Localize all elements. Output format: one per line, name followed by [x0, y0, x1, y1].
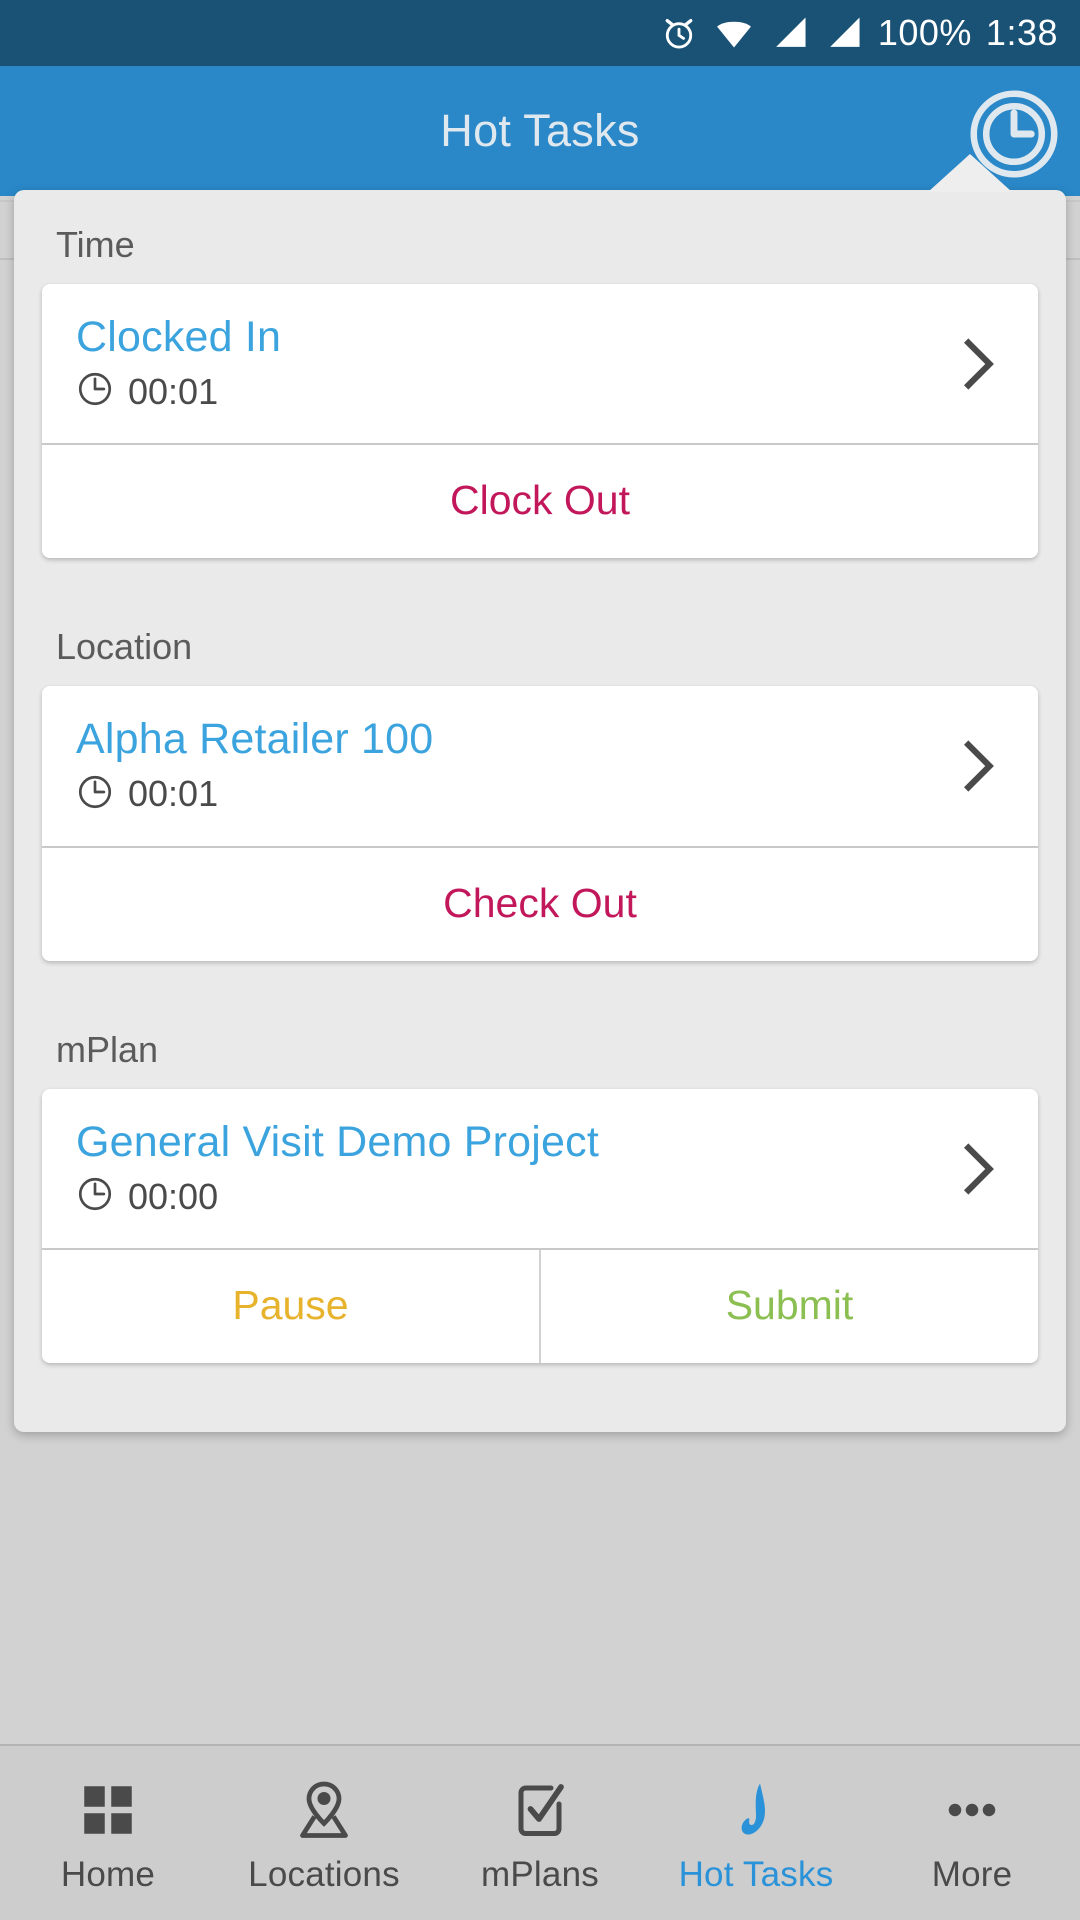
section-mplan: mPlan General Visit Demo Project 00:00 P… — [14, 995, 1066, 1364]
map-pin-icon — [294, 1777, 354, 1843]
nav-label: More — [931, 1855, 1013, 1894]
clock-out-button[interactable]: Clock Out — [42, 445, 1038, 559]
signal-icon — [824, 14, 864, 52]
time-card: Clocked In 00:01 Clock Out — [42, 284, 1038, 559]
popup-caret — [928, 154, 1012, 192]
location-card-actions: Check Out — [42, 845, 1038, 961]
nav-item-home[interactable]: Home — [0, 1746, 216, 1920]
check-out-button[interactable]: Check Out — [42, 847, 1038, 961]
section-time: Time Clocked In 00:01 Clock Out — [14, 190, 1066, 559]
clock-time: 1:38 — [985, 12, 1058, 53]
nav-item-locations[interactable]: Locations — [216, 1746, 432, 1920]
clock-icon — [76, 370, 114, 413]
mplan-card: General Visit Demo Project 00:00 Pause S… — [42, 1088, 1038, 1364]
time-card-row[interactable]: Clocked In 00:01 — [42, 284, 1038, 443]
chevron-right-icon — [956, 337, 1000, 391]
card-timer: 00:01 — [128, 370, 219, 412]
nav-item-more[interactable]: More — [864, 1746, 1080, 1920]
hot-tasks-popup: Time Clocked In 00:01 Clock Out Location… — [14, 154, 1066, 1432]
nav-item-mplans[interactable]: mPlans — [432, 1746, 648, 1920]
bottom-navigation: Home Locations mPlans Hot Tasks More — [0, 1744, 1080, 1920]
card-timer: 00:01 — [128, 773, 219, 815]
checkbox-icon — [510, 1777, 570, 1843]
section-label: mPlan — [56, 1028, 159, 1070]
location-card-row[interactable]: Alpha Retailer 100 00:01 — [42, 686, 1038, 845]
card-title: General Visit Demo Project — [76, 1117, 600, 1166]
section-location: Location Alpha Retailer 100 00:01 Check … — [14, 592, 1066, 961]
mplan-card-row[interactable]: General Visit Demo Project 00:00 — [42, 1089, 1038, 1248]
card-title: Alpha Retailer 100 — [76, 715, 434, 764]
section-label: Time — [56, 224, 135, 265]
section-label: Location — [56, 626, 193, 668]
nav-label: Locations — [248, 1855, 400, 1894]
nav-label: Hot Tasks — [678, 1855, 834, 1894]
app-bar: Hot Tasks — [0, 66, 1080, 196]
status-bar: 100% 1:38 — [0, 0, 1080, 66]
ellipsis-icon — [942, 1777, 1002, 1843]
phone-screen: 100% 1:38 Hot Tasks Time Clocked In 00:0… — [0, 0, 1080, 1920]
card-title: Clocked In — [76, 313, 282, 361]
alarm-icon — [660, 14, 698, 52]
wifi-icon — [712, 14, 756, 52]
clock-icon — [76, 773, 114, 816]
nav-label: mPlans — [481, 1855, 599, 1894]
clock-icon — [76, 1175, 114, 1218]
chevron-right-icon — [956, 739, 1000, 793]
nav-label: Home — [60, 1855, 156, 1894]
mplan-card-actions: Pause Submit — [42, 1248, 1038, 1364]
battery-percent: 100% — [877, 12, 972, 53]
page-title: Hot Tasks — [440, 105, 640, 156]
grid-icon — [78, 1777, 138, 1843]
card-timer: 00:00 — [128, 1175, 219, 1217]
pause-button[interactable]: Pause — [42, 1250, 539, 1364]
time-card-actions: Clock Out — [42, 443, 1038, 559]
nav-item-hot-tasks[interactable]: Hot Tasks — [648, 1746, 864, 1920]
location-card: Alpha Retailer 100 00:01 Check Out — [42, 686, 1038, 961]
flame-icon — [726, 1777, 786, 1843]
submit-button[interactable]: Submit — [539, 1250, 1038, 1364]
chevron-right-icon — [956, 1142, 1000, 1196]
signal-icon — [770, 14, 810, 52]
